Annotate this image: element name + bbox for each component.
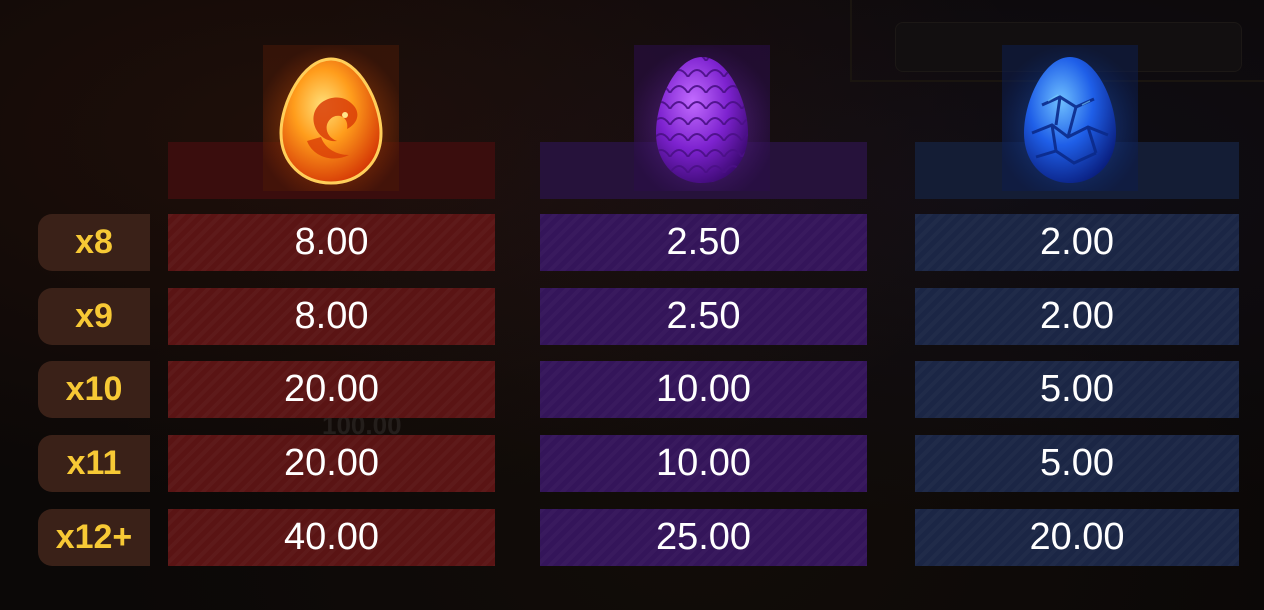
blue-egg-icon — [1002, 45, 1138, 191]
payout-cell-fire-x9: 8.00 — [168, 288, 495, 345]
multiplier-label-x11: x11 — [38, 435, 150, 492]
payout-cell-blue-x8: 2.00 — [915, 214, 1239, 271]
payout-cell-blue-x9: 2.00 — [915, 288, 1239, 345]
fire-egg-icon — [263, 45, 399, 191]
payout-cell-fire-x11: 20.00 — [168, 435, 495, 492]
payout-cell-blue-x12plus: 20.00 — [915, 509, 1239, 566]
purple-egg-icon — [634, 45, 770, 191]
blue-egg-column: 2.00 2.00 5.00 5.00 20.00 — [915, 142, 1239, 566]
payout-cell-blue-x11: 5.00 — [915, 435, 1239, 492]
multiplier-label-x9: x9 — [38, 288, 150, 345]
payout-cell-purple-x12plus: 25.00 — [540, 509, 867, 566]
payout-cell-fire-x12plus: 40.00 — [168, 509, 495, 566]
payout-cell-blue-x10: 5.00 — [915, 361, 1239, 418]
payout-cell-purple-x9: 2.50 — [540, 288, 867, 345]
multiplier-label-x8: x8 — [38, 214, 150, 271]
payout-cell-purple-x8: 2.50 — [540, 214, 867, 271]
payout-cell-fire-x8: 8.00 — [168, 214, 495, 271]
purple-egg-column: 2.50 2.50 10.00 10.00 25.00 — [540, 142, 867, 566]
fire-egg-column: 8.00 8.00 20.00 20.00 40.00 — [168, 142, 495, 566]
multiplier-label-x12plus: x12+ — [38, 509, 150, 566]
payout-cell-purple-x11: 10.00 — [540, 435, 867, 492]
multiplier-label-x10: x10 — [38, 361, 150, 418]
payout-cell-fire-x10: 20.00 — [168, 361, 495, 418]
payout-cell-purple-x10: 10.00 — [540, 361, 867, 418]
